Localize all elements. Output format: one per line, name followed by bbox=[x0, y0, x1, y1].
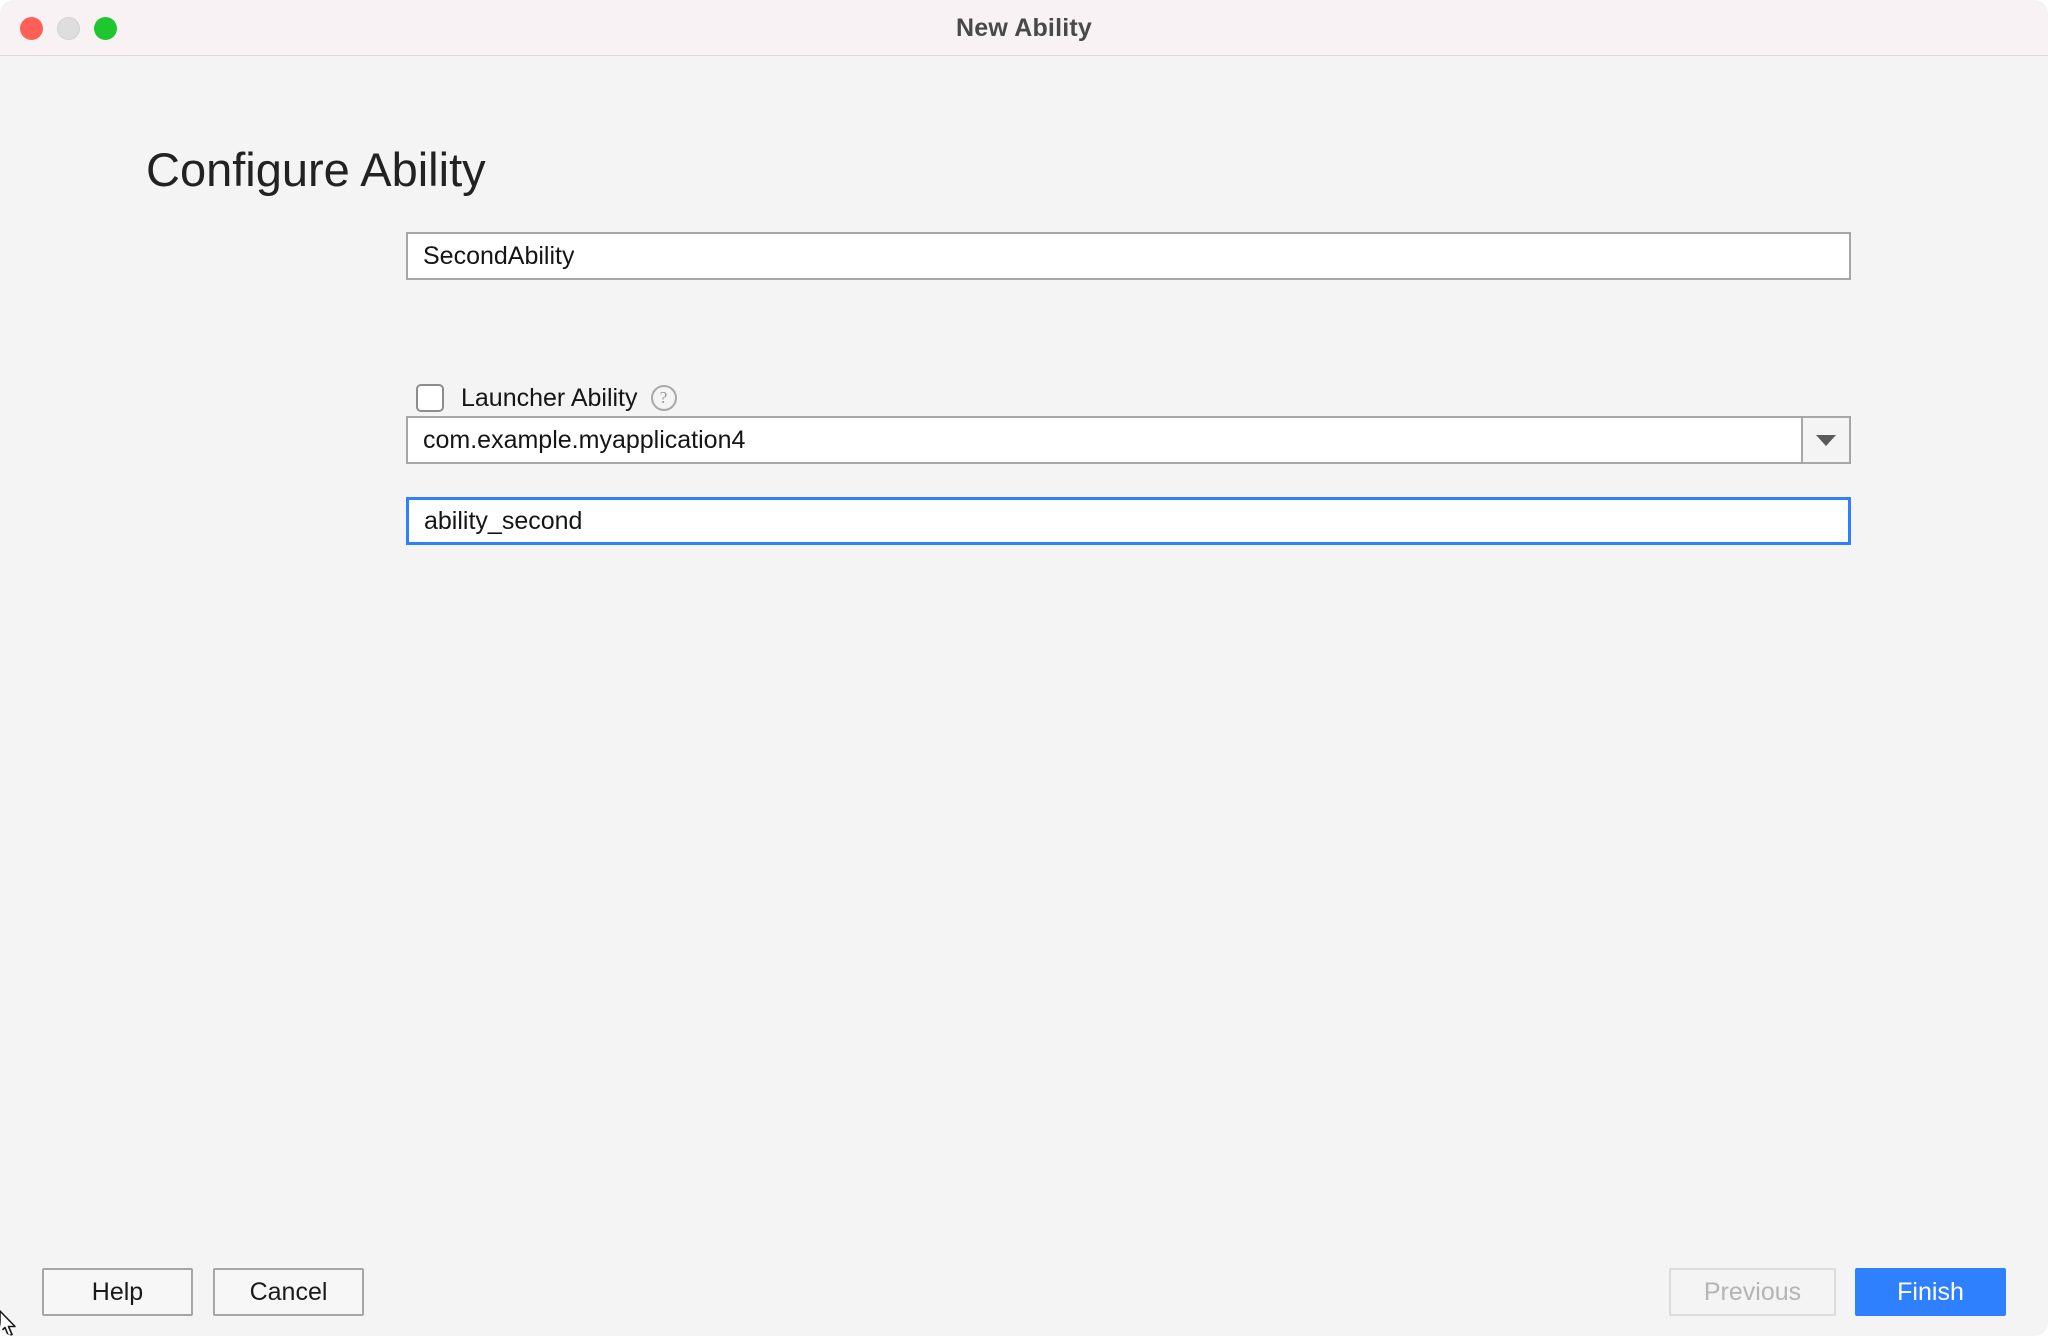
new-ability-dialog: New Ability Configure Ability Page Name:… bbox=[0, 0, 2048, 1336]
package-name-combobox[interactable]: com.example.myapplication4 bbox=[406, 416, 1851, 464]
page-title: Configure Ability bbox=[146, 142, 486, 197]
launcher-ability-row: Launcher Ability ? bbox=[416, 378, 677, 418]
window-titlebar: New Ability bbox=[0, 0, 2048, 56]
window-title: New Ability bbox=[0, 0, 2048, 56]
help-button[interactable]: Help bbox=[42, 1268, 193, 1316]
page-name-value: SecondAbility bbox=[408, 242, 574, 271]
chevron-down-icon bbox=[1816, 435, 1836, 446]
launcher-ability-checkbox[interactable] bbox=[416, 384, 444, 412]
package-name-value: com.example.myapplication4 bbox=[408, 426, 1801, 455]
dialog-content: Configure Ability Page Name: SecondAbili… bbox=[0, 56, 2048, 1336]
layout-name-value: ability_second bbox=[409, 507, 582, 536]
package-name-dropdown-button[interactable] bbox=[1801, 418, 1849, 462]
layout-name-input[interactable]: ability_second bbox=[406, 497, 1851, 545]
page-name-input[interactable]: SecondAbility bbox=[406, 232, 1851, 280]
previous-button[interactable]: Previous bbox=[1669, 1268, 1836, 1316]
help-question-icon[interactable]: ? bbox=[651, 385, 677, 411]
finish-button[interactable]: Finish bbox=[1855, 1268, 2006, 1316]
launcher-ability-label: Launcher Ability bbox=[461, 384, 638, 413]
cancel-button[interactable]: Cancel bbox=[213, 1268, 364, 1316]
